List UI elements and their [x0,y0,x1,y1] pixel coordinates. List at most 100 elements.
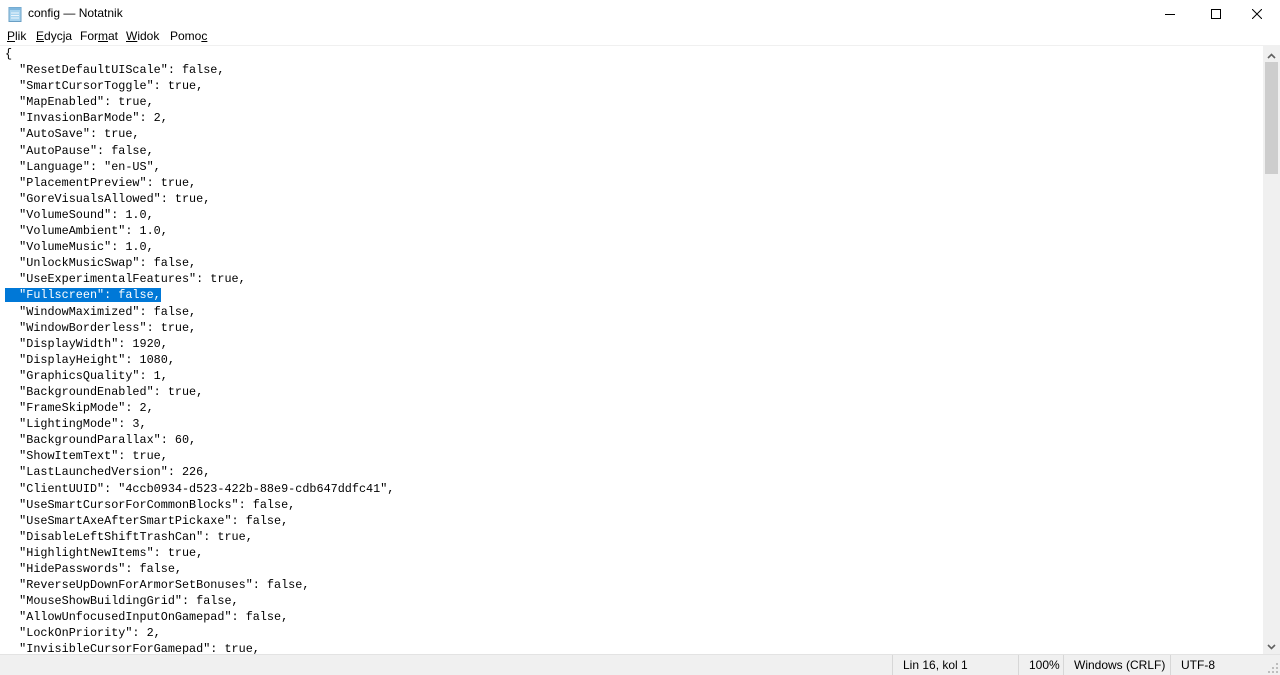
line-text: "DisableLeftShiftTrashCan": true, [5,529,253,544]
line-text: "ResetDefaultUIScale": false, [5,63,225,78]
line-text: "AutoPause": false, [5,143,154,158]
text-line[interactable]: "FrameSkipMode": 2, [5,400,394,416]
text-line[interactable]: "LockOnPriority": 2, [5,625,394,641]
line-text: "UnlockMusicSwap": false, [5,256,197,271]
resize-grip-icon[interactable] [1268,663,1278,673]
text-line[interactable]: "VolumeSound": 1.0, [5,207,394,223]
menu-accelerator: W [126,29,138,43]
text-line[interactable]: "InvisibleCursorForGamepad": true, [5,641,394,654]
line-text: "GoreVisualsAllowed": true, [5,191,211,206]
maximize-icon [1211,9,1221,19]
text-line[interactable]: "AllowUnfocusedInputOnGamepad": false, [5,609,394,625]
line-text: "SmartCursorToggle": true, [5,79,204,94]
menu-accelerator: E [36,29,45,43]
title-bar: config — Notatnik [0,0,1280,28]
line-text: "HidePasswords": false, [5,562,182,576]
line-text: "ShowItemText": true, [5,449,168,464]
scroll-up-button[interactable] [1263,46,1280,63]
status-bar: Lin 16, kol 1 100% Windows (CRLF) UTF-8 [0,654,1280,675]
line-text: "DisplayHeight": 1080, [5,352,175,367]
text-line[interactable]: "AutoSave": true, [5,126,394,142]
line-text: "AllowUnfocusedInputOnGamepad": false, [5,610,289,625]
text-line[interactable]: "LightingMode": 3, [5,416,394,432]
menu-label: idok [137,29,160,43]
line-text: "VolumeMusic": 1.0, [5,240,154,255]
text-line[interactable]: "SmartCursorToggle": true, [5,78,394,94]
menu-widok[interactable]: Widok [126,29,159,43]
text-line[interactable]: "UseSmartAxeAfterSmartPickaxe": false, [5,513,394,529]
line-text: "MouseShowBuildingGrid": false, [5,594,239,609]
scroll-thumb[interactable] [1265,62,1278,174]
text-editor[interactable]: { "ResetDefaultUIScale": false, "SmartCu… [0,46,1263,654]
text-line[interactable]: "GoreVisualsAllowed": true, [5,191,394,207]
text-line[interactable]: "DisplayHeight": 1080, [5,352,394,368]
text-line[interactable]: "UnlockMusicSwap": false, [5,255,394,271]
text-line[interactable]: "BackgroundEnabled": true, [5,384,394,400]
line-text: "LockOnPriority": 2, [5,626,161,641]
text-line[interactable]: "MapEnabled": true, [5,94,394,110]
text-line[interactable]: "AutoPause": false, [5,143,394,159]
text-line-selected[interactable]: "Fullscreen": false, [5,287,394,303]
text-line[interactable]: "VolumeMusic": 1.0, [5,239,394,255]
text-line[interactable]: "VolumeAmbient": 1.0, [5,223,394,239]
text-line[interactable]: "HighlightNewItems": true, [5,545,394,561]
line-text: "UseExperimentalFeatures": true, [5,272,246,287]
vertical-scrollbar[interactable] [1263,46,1280,654]
text-line[interactable]: "ReverseUpDownForArmorSetBonuses": false… [5,577,394,593]
line-text: "BackgroundParallax": 60, [5,433,197,448]
menu-format[interactable]: Format [80,29,118,43]
text-line[interactable]: "WindowBorderless": true, [5,320,394,336]
menu-pomoc[interactable]: Pomoc [170,29,207,43]
maximize-button[interactable] [1193,0,1239,28]
menu-plik[interactable]: Plik [7,29,26,43]
line-text: "DisplayWidth": 1920, [5,336,168,351]
text-line[interactable]: "GraphicsQuality": 1, [5,368,394,384]
line-text: "ReverseUpDownForArmorSetBonuses": false… [5,578,310,593]
menu-bar: Plik Edycja Format Widok Pomoc [0,28,1280,46]
window-title: config — Notatnik [28,6,123,20]
text-line[interactable]: "ResetDefaultUIScale": false, [5,62,394,78]
line-text: "VolumeSound": 1.0, [5,207,154,222]
line-text: "AutoSave": true, [5,127,140,142]
text-line[interactable]: { [5,46,394,62]
close-icon [1252,9,1262,19]
text-line[interactable]: "Language": "en-US", [5,159,394,175]
line-text: "ClientUUID": "4ccb0934-d523-422b-88e9-c… [5,481,395,496]
text-line[interactable]: "ClientUUID": "4ccb0934-d523-422b-88e9-c… [5,481,394,497]
close-button[interactable] [1234,0,1280,28]
line-text: "LightingMode": 3, [5,417,147,432]
text-line[interactable]: "UseExperimentalFeatures": true, [5,271,394,287]
menu-accelerator: m [98,29,108,43]
menu-label: dycja [44,29,73,43]
minimize-button[interactable] [1147,0,1193,28]
text-line[interactable]: "DisplayWidth": 1920, [5,336,394,352]
text-line[interactable]: "InvasionBarMode": 2, [5,110,394,126]
line-text: { [5,47,13,61]
line-text: "MapEnabled": true, [5,95,154,110]
menu-edycja[interactable]: Edycja [36,29,72,43]
menu-label: lik [15,29,27,43]
text-line[interactable]: "WindowMaximized": false, [5,304,394,320]
line-text: "WindowBorderless": true, [5,320,197,335]
text-line[interactable]: "PlacementPreview": true, [5,175,394,191]
text-line[interactable]: "BackgroundParallax": 60, [5,432,394,448]
text-line[interactable]: "ShowItemText": true, [5,448,394,464]
scroll-down-button[interactable] [1263,637,1280,654]
text-line[interactable]: "DisableLeftShiftTrashCan": true, [5,529,394,545]
editor-content[interactable]: { "ResetDefaultUIScale": false, "SmartCu… [5,46,394,654]
line-text: "InvasionBarMode": 2, [5,111,168,126]
text-line[interactable]: "UseSmartCursorForCommonBlocks": false, [5,497,394,513]
line-text: "Language": "en-US", [5,159,161,174]
line-text: "FrameSkipMode": 2, [5,401,154,416]
text-line[interactable]: "LastLaunchedVersion": 226, [5,464,394,480]
line-text: "LastLaunchedVersion": 226, [5,465,211,480]
status-encoding: UTF-8 [1170,655,1280,675]
text-line[interactable]: "MouseShowBuildingGrid": false, [5,593,394,609]
notepad-icon [8,6,22,22]
minimize-icon [1165,9,1175,19]
text-line[interactable]: "HidePasswords": false, [5,561,394,577]
line-text: "VolumeAmbient": 1.0, [5,224,168,239]
status-line-ending: Windows (CRLF) [1063,655,1170,675]
line-text: "UseSmartCursorForCommonBlocks": false, [5,497,296,512]
line-text: "PlacementPreview": true, [5,175,197,190]
